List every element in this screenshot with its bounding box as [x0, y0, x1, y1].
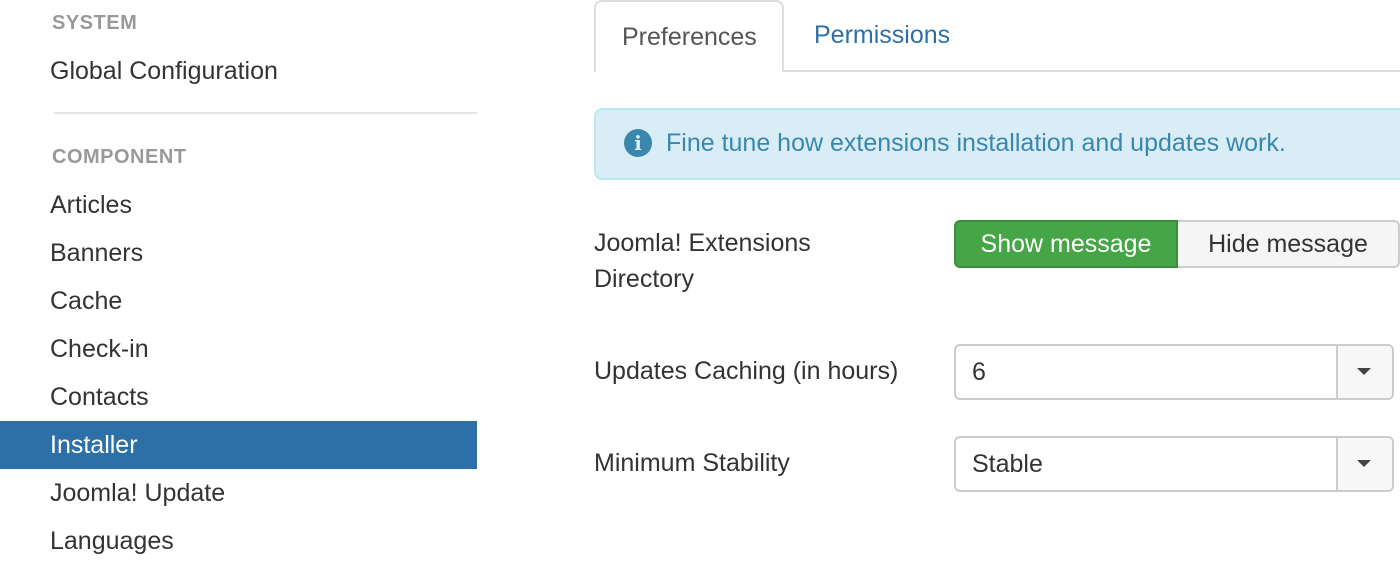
sidebar-item-installer[interactable]: Installer	[0, 421, 477, 469]
stability-label: Minimum Stability	[594, 449, 790, 477]
stability-select[interactable]: Stable	[954, 436, 1394, 492]
sidebar: SYSTEM Global Configuration COMPONENT Ar…	[0, 0, 477, 560]
sidebar-item-contacts[interactable]: Contacts	[0, 373, 477, 421]
info-alert: i Fine tune how extensions installation …	[594, 108, 1400, 180]
cache-select[interactable]: 6	[954, 344, 1394, 400]
sidebar-item-check-in[interactable]: Check-in	[0, 325, 477, 373]
nav-header-system: SYSTEM	[52, 12, 138, 34]
nav-divider	[54, 112, 477, 114]
sidebar-item-articles[interactable]: Articles	[0, 181, 477, 229]
chevron-down-icon	[1357, 368, 1371, 375]
nav-header-component: COMPONENT	[52, 146, 187, 168]
jed-label-line1: Joomla! Extensions	[594, 229, 811, 257]
show-message-button[interactable]: Show message	[954, 220, 1178, 268]
info-icon: i	[624, 129, 652, 157]
sidebar-item-languages[interactable]: Languages	[0, 517, 477, 565]
jed-label-line2: Directory	[594, 265, 695, 293]
sidebar-item-global-configuration[interactable]: Global Configuration	[0, 47, 477, 95]
cache-select-toggle[interactable]	[1336, 346, 1392, 398]
cache-select-value: 6	[972, 358, 986, 386]
hide-message-button[interactable]: Hide message	[1178, 220, 1400, 268]
sidebar-item-cache[interactable]: Cache	[0, 277, 477, 325]
stability-select-toggle[interactable]	[1336, 438, 1392, 490]
chevron-down-icon	[1357, 460, 1371, 467]
tab-preferences[interactable]: Preferences	[594, 0, 784, 73]
jed-label: Joomla! Extensions Directory	[594, 225, 811, 297]
tab-permissions[interactable]: Permissions	[788, 0, 976, 72]
sidebar-item-joomla-update[interactable]: Joomla! Update	[0, 469, 477, 517]
cache-label: Updates Caching (in hours)	[594, 357, 899, 385]
sidebar-item-banners[interactable]: Banners	[0, 229, 477, 277]
stability-select-value: Stable	[972, 450, 1043, 478]
tab-bar: Preferences Permissions	[594, 0, 1400, 73]
alert-text: Fine tune how extensions installation an…	[666, 129, 1286, 157]
